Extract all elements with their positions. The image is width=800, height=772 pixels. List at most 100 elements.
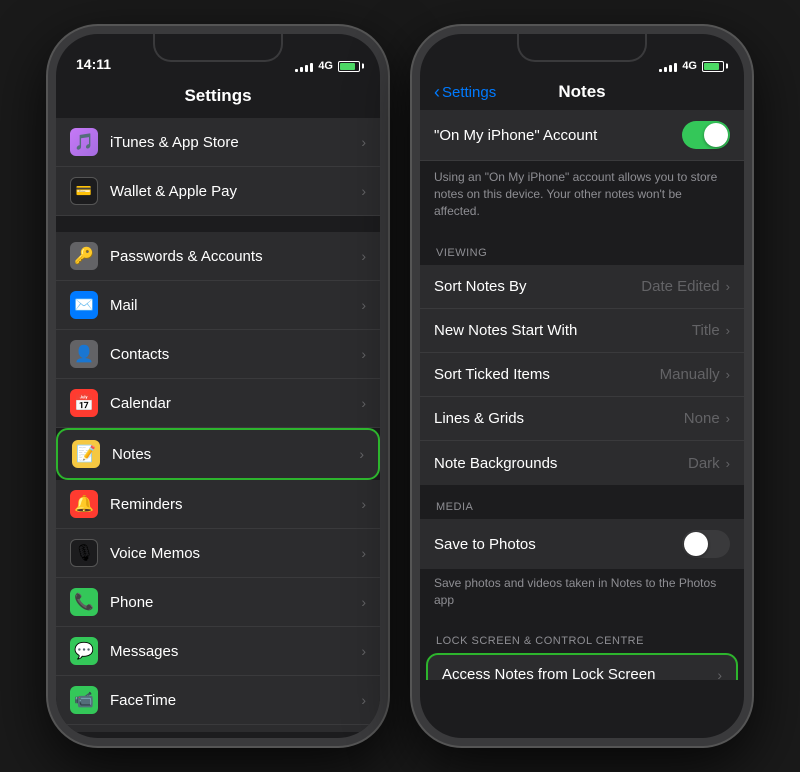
settings-row-messages[interactable]: 💬 Messages › — [56, 627, 380, 676]
nav-back-button[interactable]: ‹ Settings — [434, 82, 496, 103]
facetime-icon: 📹 — [70, 686, 98, 714]
sort-ticked-row[interactable]: Sort Ticked Items Manually › — [420, 353, 744, 397]
messages-label: Messages — [110, 643, 361, 660]
note-bg-value: Dark — [688, 455, 720, 472]
screen-content-right: ‹ Settings Notes "On My iPhone" Account … — [420, 78, 744, 738]
note-bg-row[interactable]: Note Backgrounds Dark › — [420, 441, 744, 485]
sort-notes-chevron: › — [726, 279, 730, 294]
itunes-icon: 🎵 — [70, 128, 98, 156]
new-notes-value: Title — [692, 322, 720, 339]
calendar-icon: 📅 — [70, 389, 98, 417]
itunes-label: iTunes & App Store — [110, 134, 361, 151]
sort-ticked-value: Manually — [660, 366, 720, 383]
lines-grids-row[interactable]: Lines & Grids None › — [420, 397, 744, 441]
access-label: Access Notes from Lock Screen — [442, 666, 717, 680]
settings-row-maps[interactable]: 🗺 Maps › — [56, 725, 380, 732]
save-photos-label: Save to Photos — [434, 536, 682, 553]
settings-group-2: 🔑 Passwords & Accounts › ✉️ Mail › 👤 Con… — [56, 232, 380, 732]
settings-list: 🎵 iTunes & App Store › 💳 Wallet & Apple … — [56, 118, 380, 732]
settings-row-phone[interactable]: 📞 Phone › — [56, 578, 380, 627]
settings-row-notes[interactable]: 📝 Notes › — [56, 428, 380, 480]
wallet-label: Wallet & Apple Pay — [110, 183, 361, 200]
settings-row-calendar[interactable]: 📅 Calendar › — [56, 379, 380, 428]
notch — [153, 34, 283, 62]
lines-grids-value: None — [684, 410, 720, 427]
save-photos-row[interactable]: Save to Photos — [420, 519, 744, 569]
contacts-icon: 👤 — [70, 340, 98, 368]
sort-notes-row[interactable]: Sort Notes By Date Edited › — [420, 265, 744, 309]
media-desc: Save photos and videos taken in Notes to… — [420, 569, 744, 619]
mail-icon: ✉️ — [70, 291, 98, 319]
settings-group-1: 🎵 iTunes & App Store › 💳 Wallet & Apple … — [56, 118, 380, 216]
media-header: MEDIA — [420, 485, 744, 519]
battery-icon-right — [702, 61, 724, 72]
note-bg-label: Note Backgrounds — [434, 455, 688, 472]
settings-row-contacts[interactable]: 👤 Contacts › — [56, 330, 380, 379]
sort-ticked-chevron: › — [726, 367, 730, 382]
phone-icon: 📞 — [70, 588, 98, 616]
sort-notes-label: Sort Notes By — [434, 278, 641, 295]
new-notes-row[interactable]: New Notes Start With Title › — [420, 309, 744, 353]
settings-row-reminders[interactable]: 🔔 Reminders › — [56, 480, 380, 529]
settings-row-passwords[interactable]: 🔑 Passwords & Accounts › — [56, 232, 380, 281]
lines-grids-chevron: › — [726, 411, 730, 426]
sort-notes-value: Date Edited — [641, 278, 719, 295]
notes-chevron: › — [359, 446, 364, 462]
voice-chevron: › — [361, 545, 366, 561]
viewing-section: Sort Notes By Date Edited › New Notes St… — [420, 265, 744, 485]
left-phone: 14:11 4G Settings 🎵 iTunes & App Store › — [48, 26, 388, 746]
mail-chevron: › — [361, 297, 366, 313]
access-chevron: › — [717, 667, 722, 680]
settings-row-wallet[interactable]: 💳 Wallet & Apple Pay › — [56, 167, 380, 216]
viewing-header: VIEWING — [420, 231, 744, 265]
nav-back-label: Settings — [442, 84, 496, 101]
messages-chevron: › — [361, 643, 366, 659]
mail-label: Mail — [110, 297, 361, 314]
new-notes-label: New Notes Start With — [434, 322, 692, 339]
reminders-icon: 🔔 — [70, 490, 98, 518]
screen-content-left: Settings 🎵 iTunes & App Store › 💳 Wallet… — [56, 78, 380, 738]
save-photos-toggle-knob — [684, 532, 708, 556]
toggle-knob — [704, 123, 728, 147]
account-section: "On My iPhone" Account — [420, 110, 744, 161]
notes-icon: 📝 — [72, 440, 100, 468]
passwords-chevron: › — [361, 248, 366, 264]
settings-row-mail[interactable]: ✉️ Mail › — [56, 281, 380, 330]
contacts-label: Contacts — [110, 346, 361, 363]
right-phone: 14:11 14:11 4G ‹ Settings Notes — [412, 26, 752, 746]
nav-title: Notes — [558, 82, 605, 102]
status-time-left: 14:11 — [76, 56, 111, 72]
network-label-right: 4G — [682, 60, 697, 72]
lines-grids-label: Lines & Grids — [434, 410, 684, 427]
voice-label: Voice Memos — [110, 545, 361, 562]
account-row[interactable]: "On My iPhone" Account — [420, 110, 744, 161]
status-icons-left: 4G — [295, 60, 360, 72]
save-photos-toggle[interactable] — [682, 530, 730, 558]
access-notes-row[interactable]: Access Notes from Lock Screen › — [426, 653, 738, 680]
reminders-chevron: › — [361, 496, 366, 512]
passwords-icon: 🔑 — [70, 242, 98, 270]
settings-row-voice[interactable]: 🎙 Voice Memos › — [56, 529, 380, 578]
contacts-chevron: › — [361, 346, 366, 362]
calendar-label: Calendar — [110, 395, 361, 412]
voice-icon: 🎙 — [70, 539, 98, 567]
notes-label: Notes — [112, 446, 359, 463]
notes-scroll: "On My iPhone" Account Using an "On My i… — [420, 110, 744, 680]
wallet-chevron: › — [361, 183, 366, 199]
signal-icon — [295, 61, 313, 72]
new-notes-chevron: › — [726, 323, 730, 338]
back-chevron-icon: ‹ — [434, 82, 440, 103]
network-label: 4G — [318, 60, 333, 72]
account-desc: Using an "On My iPhone" account allows y… — [420, 161, 744, 231]
media-section: Save to Photos — [420, 519, 744, 569]
settings-row-itunes[interactable]: 🎵 iTunes & App Store › — [56, 118, 380, 167]
note-bg-chevron: › — [726, 456, 730, 471]
account-toggle[interactable] — [682, 121, 730, 149]
settings-row-facetime[interactable]: 📹 FaceTime › — [56, 676, 380, 725]
phone-chevron: › — [361, 594, 366, 610]
passwords-label: Passwords & Accounts — [110, 248, 361, 265]
status-icons-right: 4G — [659, 60, 724, 72]
account-label: "On My iPhone" Account — [434, 127, 682, 144]
access-row-container: Access Notes from Lock Screen › — [420, 653, 744, 680]
facetime-label: FaceTime — [110, 692, 361, 709]
